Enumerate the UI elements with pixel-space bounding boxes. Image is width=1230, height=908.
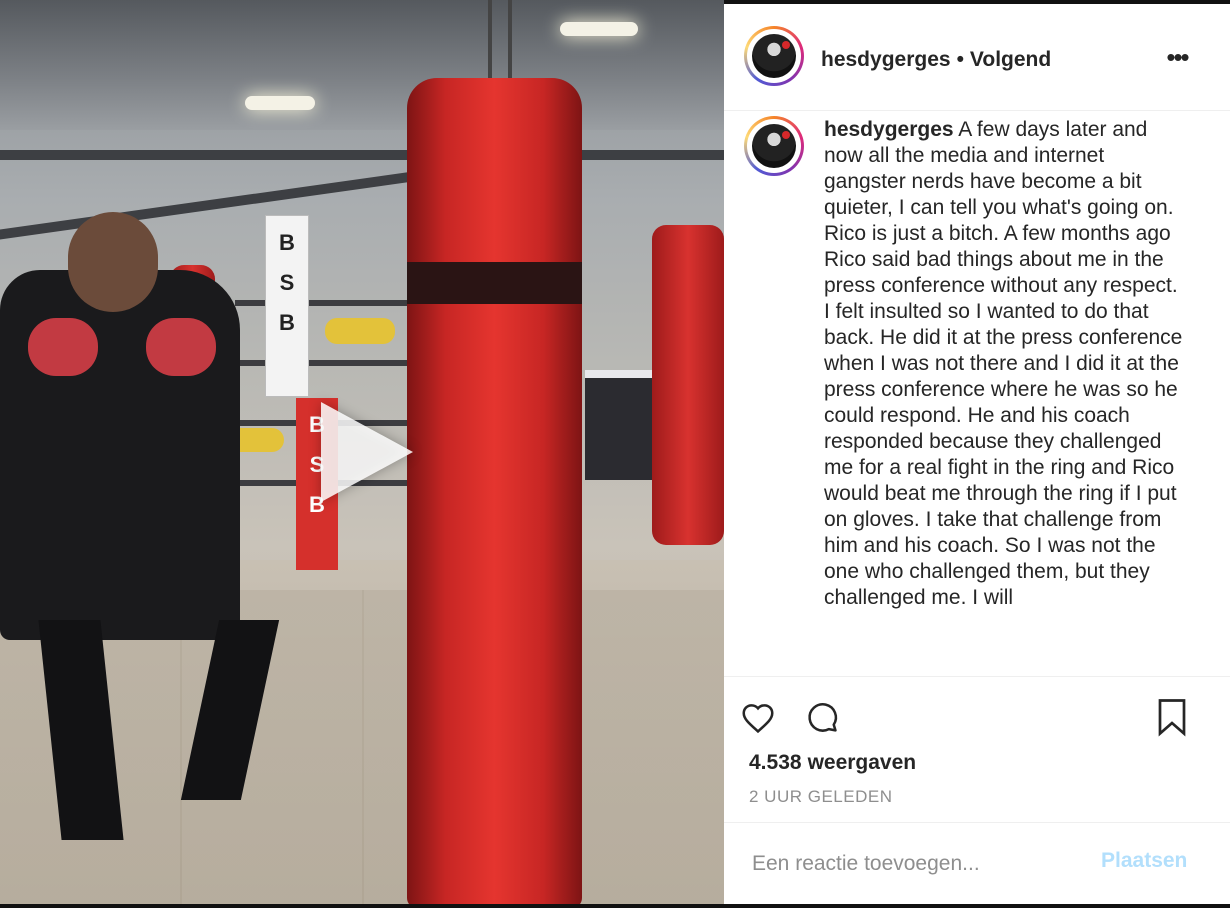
follow-status-button[interactable]: Volgend [970, 48, 1051, 71]
bag-chain [508, 0, 512, 80]
yellow-bag [325, 318, 395, 344]
post-sidebar: hesdygerges • Volgend ••• hesdygerges A fe… [724, 4, 1230, 904]
caption-text: A few days later and now all the media a… [824, 118, 1183, 609]
add-comment-bar: Plaatsen [724, 822, 1230, 905]
post-header: hesdygerges • Volgend ••• [724, 4, 1230, 111]
view-count-number: 4.538 [749, 751, 802, 774]
boxer-head [68, 212, 158, 312]
bag-chain [488, 0, 492, 80]
gym-ceiling [0, 0, 724, 130]
ceiling-lamp [245, 96, 315, 110]
view-count[interactable]: 4.538 weergaven [749, 751, 916, 775]
more-options-icon[interactable]: ••• [1164, 42, 1190, 72]
separator-dot: • [956, 48, 964, 71]
boxing-glove [146, 318, 216, 376]
username-link[interactable]: hesdygerges [821, 48, 951, 71]
view-count-label: weergaven [807, 751, 917, 774]
comment-bubble-icon[interactable] [803, 699, 841, 742]
punching-bag [652, 225, 724, 545]
post-comment-button[interactable]: Plaatsen [1101, 849, 1187, 873]
play-icon[interactable] [321, 402, 413, 502]
ceiling-beam [0, 170, 420, 240]
bottom-edge [0, 904, 1230, 908]
caption-avatar[interactable] [744, 116, 804, 176]
bsb-banner: BSB [265, 215, 309, 397]
action-bar: 4.538 weergaven 2 UUR GELEDEN [724, 676, 1230, 823]
avatar[interactable] [744, 26, 804, 86]
post-timestamp[interactable]: 2 UUR GELEDEN [749, 787, 892, 807]
bookmark-icon[interactable] [1154, 697, 1190, 742]
header-username-row: hesdygerges • Volgend [821, 48, 1051, 72]
caption-username-link[interactable]: hesdygerges [824, 118, 954, 141]
caption-area: hesdygerges A few days later and now all… [724, 111, 1230, 675]
main-punching-bag [407, 78, 582, 908]
bag-band [407, 262, 582, 304]
post-video[interactable]: BSB BSB [0, 0, 724, 908]
ceiling-beam [0, 150, 724, 160]
avatar-image [752, 124, 796, 168]
boxing-glove [28, 318, 98, 376]
avatar-image [752, 34, 796, 78]
post-caption: hesdygerges A few days later and now all… [824, 117, 1184, 611]
heart-icon[interactable] [739, 699, 777, 742]
ceiling-lamp [560, 22, 638, 36]
comment-input[interactable] [750, 845, 1084, 883]
